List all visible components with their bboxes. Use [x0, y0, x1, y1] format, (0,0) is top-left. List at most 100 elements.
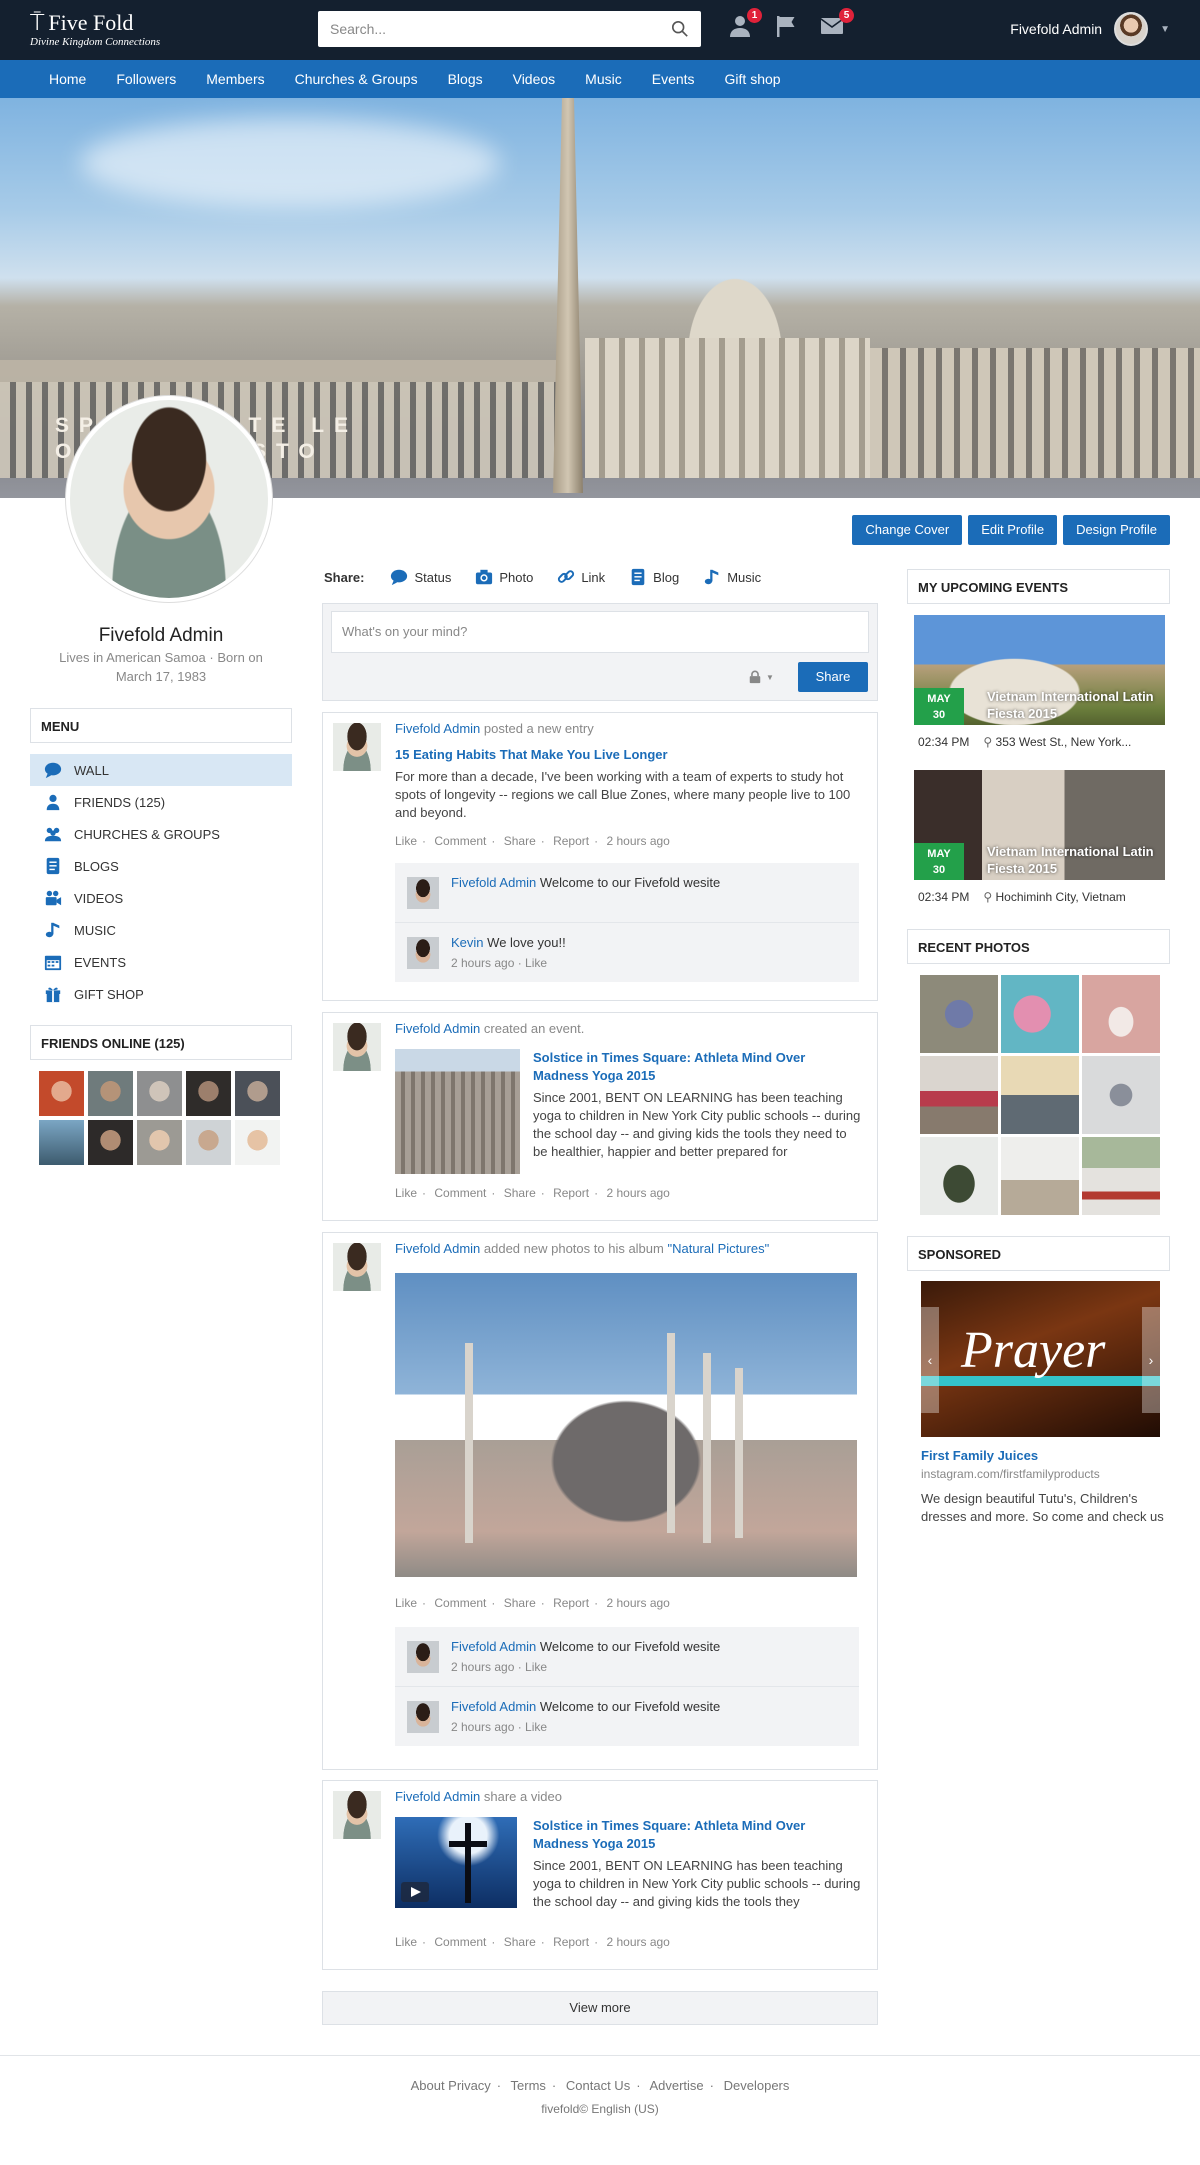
share-photo-button[interactable]: Photo: [475, 568, 533, 586]
share-link[interactable]: Share: [504, 1596, 536, 1610]
like-link[interactable]: Like: [395, 1596, 417, 1610]
comment-link[interactable]: Comment: [434, 1186, 486, 1200]
post-author-link[interactable]: Fivefold Admin: [395, 1021, 480, 1036]
recent-photo[interactable]: [1001, 1056, 1079, 1134]
like-link[interactable]: Like: [395, 834, 417, 848]
event-name[interactable]: Vietnam International Latin Fiesta 2015: [987, 843, 1163, 877]
share-music-button[interactable]: Music: [703, 568, 761, 586]
comment-avatar[interactable]: [407, 877, 439, 909]
post-author-avatar[interactable]: [333, 1243, 381, 1291]
sponsored-url[interactable]: instagram.com/firstfamilyproducts: [921, 1467, 1100, 1481]
post-author-link[interactable]: Fivefold Admin: [395, 1241, 480, 1256]
recent-photo[interactable]: [1082, 1137, 1160, 1215]
post-title[interactable]: 15 Eating Habits That Make You Live Long…: [395, 746, 668, 764]
recent-photo[interactable]: [1001, 1137, 1079, 1215]
carousel-next-icon[interactable]: ›: [1142, 1307, 1160, 1413]
share-blog-button[interactable]: Blog: [629, 568, 679, 586]
carousel-prev-icon[interactable]: ‹: [921, 1307, 939, 1413]
menu-item-churches-groups[interactable]: CHURCHES & GROUPS: [30, 818, 292, 850]
friend-avatar[interactable]: [88, 1120, 133, 1165]
sponsored-name[interactable]: First Family Juices: [921, 1448, 1038, 1463]
recent-photo[interactable]: [920, 975, 998, 1053]
share-toolbar: Share: Status Photo Link Blog Music: [324, 568, 785, 586]
recent-photo[interactable]: [920, 1056, 998, 1134]
event-name[interactable]: Vietnam International Latin Fiesta 2015: [987, 688, 1163, 722]
status-input[interactable]: What's on your mind?: [331, 611, 869, 653]
comment-text: Welcome to our Fivefold wesite: [539, 875, 721, 890]
footer-link-about-privacy[interactable]: About Privacy: [411, 2078, 491, 2093]
video-title[interactable]: Solstice in Times Square: Athleta Mind O…: [533, 1817, 863, 1853]
event-thumbnail[interactable]: [395, 1049, 520, 1174]
footer-link-advertise[interactable]: Advertise: [649, 2078, 703, 2093]
friend-avatar[interactable]: [88, 1071, 133, 1116]
friend-avatar[interactable]: [137, 1120, 182, 1165]
share-link-button[interactable]: Link: [557, 568, 605, 586]
post-author-link[interactable]: Fivefold Admin: [395, 1789, 480, 1804]
comment-link[interactable]: Comment: [434, 1596, 486, 1610]
recent-photo[interactable]: [1001, 975, 1079, 1053]
report-link[interactable]: Report: [553, 1596, 589, 1610]
comment-list: Fivefold Admin Welcome to our Fivefold w…: [395, 1627, 859, 1746]
sponsored-image[interactable]: Prayer ‹ ›: [921, 1281, 1160, 1437]
friend-avatar[interactable]: [235, 1120, 280, 1165]
share-link[interactable]: Share: [504, 834, 536, 848]
menu-item-blogs[interactable]: BLOGS: [30, 850, 292, 882]
menu-item-wall[interactable]: WALL: [30, 754, 292, 786]
report-link[interactable]: Report: [553, 834, 589, 848]
like-link[interactable]: Like: [395, 1935, 417, 1949]
comment-meta[interactable]: 2 hours ago · Like: [451, 1720, 547, 1734]
post-author-avatar[interactable]: [333, 1791, 381, 1839]
privacy-selector[interactable]: ▼: [748, 670, 774, 684]
profile-avatar[interactable]: [66, 396, 272, 602]
recent-photo[interactable]: [1082, 975, 1160, 1053]
menu-item-events[interactable]: EVENTS: [30, 946, 292, 978]
album-link[interactable]: "Natural Pictures": [667, 1241, 769, 1256]
post-author-avatar[interactable]: [333, 1023, 381, 1071]
menu-item-music[interactable]: MUSIC: [30, 914, 292, 946]
friend-avatar[interactable]: [39, 1120, 84, 1165]
comment-avatar[interactable]: [407, 1701, 439, 1733]
menu-item-gift-shop[interactable]: GIFT SHOP: [30, 978, 292, 1010]
comment-author-link[interactable]: Kevin: [451, 935, 484, 950]
share-link[interactable]: Share: [504, 1186, 536, 1200]
report-link[interactable]: Report: [553, 1935, 589, 1949]
album-photo[interactable]: [395, 1273, 857, 1577]
recent-photo[interactable]: [920, 1137, 998, 1215]
change-cover-button[interactable]: Change Cover: [852, 515, 963, 545]
footer-link-terms[interactable]: Terms: [511, 2078, 546, 2093]
edit-profile-button[interactable]: Edit Profile: [968, 515, 1058, 545]
comment-meta[interactable]: 2 hours ago · Like: [451, 1660, 547, 1674]
comment-author-link[interactable]: Fivefold Admin: [451, 875, 536, 890]
friend-avatar[interactable]: [39, 1071, 84, 1116]
menu-item-videos[interactable]: VIDEOS: [30, 882, 292, 914]
comment-link[interactable]: Comment: [434, 1935, 486, 1949]
footer-link-developers[interactable]: Developers: [724, 2078, 790, 2093]
menu-item-friends[interactable]: FRIENDS (125): [30, 786, 292, 818]
comment-author-link[interactable]: Fivefold Admin: [451, 1699, 536, 1714]
comment-avatar[interactable]: [407, 937, 439, 969]
share-button[interactable]: Share: [798, 662, 868, 692]
menu-item-label: MUSIC: [74, 922, 116, 938]
video-thumbnail[interactable]: [395, 1817, 517, 1908]
post-author-avatar[interactable]: [333, 723, 381, 771]
comment-link[interactable]: Comment: [434, 834, 486, 848]
comment-meta[interactable]: 2 hours ago · Like: [451, 956, 547, 970]
play-icon[interactable]: [401, 1882, 429, 1902]
friend-avatar[interactable]: [186, 1120, 231, 1165]
footer-copyright: fivefold© English (US): [541, 2102, 659, 2116]
post-author-link[interactable]: Fivefold Admin: [395, 721, 480, 736]
report-link[interactable]: Report: [553, 1186, 589, 1200]
friend-avatar[interactable]: [235, 1071, 280, 1116]
comment-avatar[interactable]: [407, 1641, 439, 1673]
design-profile-button[interactable]: Design Profile: [1063, 515, 1170, 545]
footer-link-contact[interactable]: Contact Us: [566, 2078, 630, 2093]
view-more-button[interactable]: View more: [322, 1991, 878, 2025]
event-title[interactable]: Solstice in Times Square: Athleta Mind O…: [533, 1049, 863, 1085]
share-link[interactable]: Share: [504, 1935, 536, 1949]
like-link[interactable]: Like: [395, 1186, 417, 1200]
recent-photo[interactable]: [1082, 1056, 1160, 1134]
friend-avatar[interactable]: [186, 1071, 231, 1116]
share-status-button[interactable]: Status: [390, 568, 451, 586]
friend-avatar[interactable]: [137, 1071, 182, 1116]
comment-author-link[interactable]: Fivefold Admin: [451, 1639, 536, 1654]
